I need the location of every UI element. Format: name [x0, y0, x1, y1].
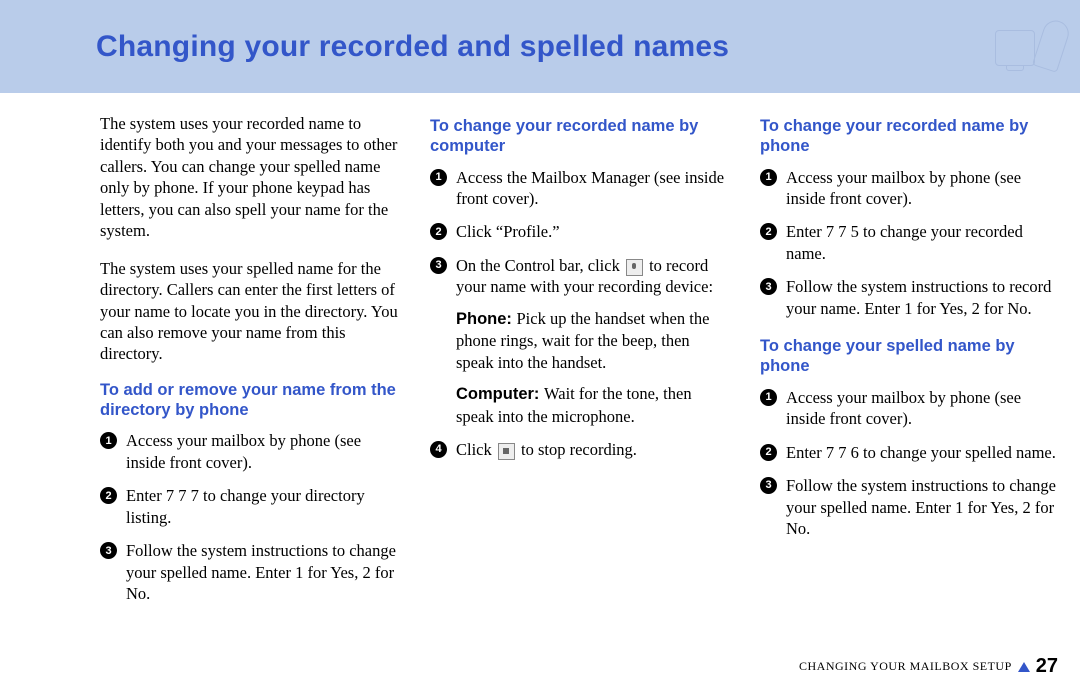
intro-paragraph-1: The system uses your recorded name to id…	[100, 113, 400, 242]
list-item: On the Control bar, click to record your…	[430, 255, 730, 427]
list-item: Access the Mailbox Manager (see inside f…	[430, 167, 730, 210]
heading-recorded-computer: To change your recorded name by computer	[430, 117, 730, 157]
list-item: Access your mailbox by phone (see inside…	[100, 430, 400, 473]
list-item: Access your mailbox by phone (see inside…	[760, 167, 1060, 210]
footer-section-label: CHANGING YOUR MAILBOX SETUP	[799, 659, 1012, 674]
header-band: Changing your recorded and spelled names	[0, 0, 1080, 93]
heading-directory-phone: To add or remove your name from the dire…	[100, 381, 400, 421]
list-item: Click “Profile.”	[430, 221, 730, 242]
page-title: Changing your recorded and spelled names	[96, 30, 729, 64]
list-item: Access your mailbox by phone (see inside…	[760, 387, 1060, 430]
steps-spelled-phone: Access your mailbox by phone (see inside…	[760, 387, 1060, 540]
list-item: Enter 7 7 5 to change your recorded name…	[760, 221, 1060, 264]
sub-phone: Phone: Pick up the handset when the phon…	[456, 308, 730, 373]
phone-handset-icon	[1032, 17, 1072, 73]
content-area: The system uses your recorded name to id…	[0, 93, 1080, 616]
steps-recorded-phone: Access your mailbox by phone (see inside…	[760, 167, 1060, 320]
list-item: Enter 7 7 7 to change your directory lis…	[100, 485, 400, 528]
step-text-suffix: to stop recording.	[517, 440, 637, 459]
intro-block: The system uses your recorded name to id…	[100, 113, 400, 365]
intro-paragraph-2: The system uses your spelled name for th…	[100, 258, 400, 365]
column-1: The system uses your recorded name to id…	[100, 113, 400, 616]
phone-label: Phone:	[456, 310, 517, 328]
list-item: Click to stop recording.	[430, 439, 730, 460]
page-number: 27	[1036, 655, 1058, 678]
steps-recorded-computer: Access the Mailbox Manager (see inside f…	[430, 167, 730, 461]
monitor-icon	[995, 30, 1035, 66]
heading-spelled-phone: To change your spelled name by phone	[760, 337, 1060, 377]
page-footer: CHANGING YOUR MAILBOX SETUP 27	[799, 655, 1058, 678]
column-3: To change your recorded name by phone Ac…	[760, 113, 1060, 616]
list-item: Enter 7 7 6 to change your spelled name.	[760, 442, 1060, 463]
step-text-prefix: On the Control bar, click	[456, 256, 624, 275]
stop-icon	[498, 443, 515, 460]
heading-recorded-phone: To change your recorded name by phone	[760, 117, 1060, 157]
sub-computer: Computer: Wait for the tone, then speak …	[456, 383, 730, 427]
list-item: Follow the system instructions to record…	[760, 276, 1060, 319]
column-2: To change your recorded name by computer…	[430, 113, 730, 616]
triangle-icon	[1018, 662, 1030, 672]
record-icon	[626, 259, 643, 276]
list-item: Follow the system instructions to change…	[760, 475, 1060, 539]
computer-label: Computer:	[456, 385, 544, 403]
steps-directory-phone: Access your mailbox by phone (see inside…	[100, 430, 400, 604]
header-icons	[995, 15, 1065, 75]
list-item: Follow the system instructions to change…	[100, 540, 400, 604]
step-text-prefix: Click	[456, 440, 496, 459]
